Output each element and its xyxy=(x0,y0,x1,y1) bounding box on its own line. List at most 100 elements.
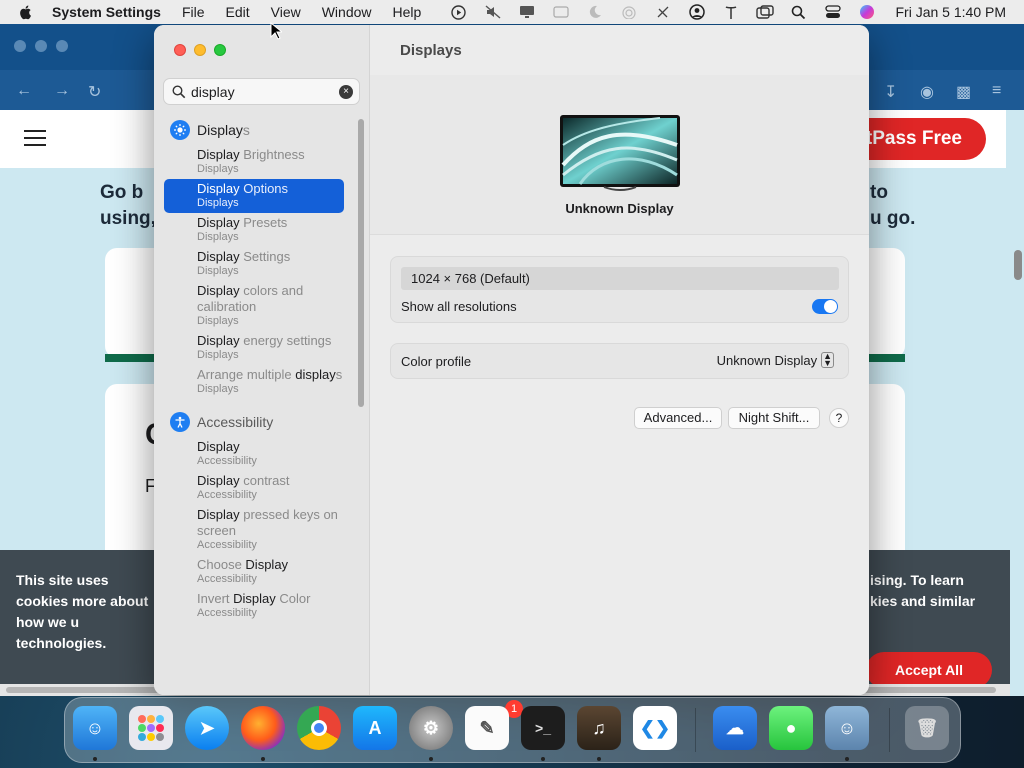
browser-window-controls[interactable] xyxy=(14,40,68,52)
color-profile-group: Color profile Unknown Display ▲ ▼ xyxy=(390,343,849,379)
vscode-icon[interactable]: ❮❯ xyxy=(633,706,677,750)
result-display-accessibility[interactable]: Display Accessibility xyxy=(164,437,344,471)
user-icon[interactable] xyxy=(688,4,706,20)
apple-icon[interactable] xyxy=(18,4,34,20)
color-profile-label: Color profile xyxy=(401,354,472,369)
page-intro-text-left: Go b using, xyxy=(100,180,156,232)
textedit-icon[interactable]: ✎ xyxy=(465,706,509,750)
forward-icon[interactable]: → xyxy=(54,82,70,100)
result-display-energy-settings[interactable]: Display energy settings Displays xyxy=(164,331,344,365)
safari-icon[interactable]: ➤ xyxy=(185,706,229,750)
messages-icon[interactable]: ● xyxy=(769,706,813,750)
menu-view[interactable]: View xyxy=(271,4,301,20)
system-settings-icon[interactable]: ⚙ xyxy=(409,706,453,750)
trash-icon[interactable]: 🗑 xyxy=(905,706,949,750)
accept-all-button[interactable]: Accept All xyxy=(866,652,992,688)
weather-icon[interactable]: ☁ xyxy=(713,706,757,750)
mute-icon[interactable] xyxy=(484,4,502,20)
result-display-pressed-keys[interactable]: Display pressed keys on screen Accessibi… xyxy=(164,505,344,555)
display-icon[interactable] xyxy=(518,4,536,20)
accessibility-icon xyxy=(170,412,190,432)
app-store-icon[interactable]: A xyxy=(353,706,397,750)
settings-search[interactable]: × xyxy=(163,78,360,105)
displays-icon xyxy=(170,120,190,140)
result-category: Accessibility xyxy=(197,573,257,585)
page-title: Displays xyxy=(400,42,462,59)
browser-menu-icon[interactable]: ≡ xyxy=(992,82,1001,100)
page-intro-line-2-right: u go. xyxy=(870,208,916,229)
no-wifi-icon[interactable] xyxy=(654,4,672,20)
page-intro-line-1: Go b xyxy=(100,182,144,203)
system-settings-window: × Displays Display Brightness Displays D… xyxy=(154,25,869,695)
result-display-contrast[interactable]: Display contrast Accessibility xyxy=(164,471,344,505)
firefox-icon[interactable] xyxy=(241,706,285,750)
moon-icon[interactable] xyxy=(586,4,604,20)
zoom-button[interactable] xyxy=(214,44,226,56)
terminal-icon[interactable]: >_ xyxy=(521,706,565,750)
section-displays[interactable]: Display s xyxy=(154,115,360,145)
result-arrange-multiple-displays[interactable]: Arrange multiple displays Displays xyxy=(164,365,344,399)
browser-scrollbar[interactable] xyxy=(1014,250,1022,280)
antenna-icon[interactable] xyxy=(722,4,740,20)
settings-sidebar: × Displays Display Brightness Displays D… xyxy=(154,25,370,695)
menu-app-name[interactable]: System Settings xyxy=(52,4,161,20)
sidebar-scrollbar[interactable] xyxy=(358,119,364,407)
result-invert-display-color[interactable]: Invert Display Color Accessibility xyxy=(164,589,344,623)
finder-2-icon[interactable]: ☺ xyxy=(825,706,869,750)
tablet-icon[interactable] xyxy=(552,4,570,20)
result-category: Displays xyxy=(197,349,239,361)
monitor-icon[interactable] xyxy=(560,115,680,191)
account-icon[interactable]: ◉ xyxy=(920,82,934,102)
result-category: Displays xyxy=(197,265,239,277)
advanced-button[interactable]: Advanced... xyxy=(634,407,722,429)
result-display-brightness[interactable]: Display Brightness Displays xyxy=(164,145,344,179)
resolution-group: 1024 × 768 (Default) Show all resolution… xyxy=(390,256,849,323)
result-display-presets[interactable]: Display Presets Displays xyxy=(164,213,344,247)
result-category: Accessibility xyxy=(197,489,257,501)
garageband-icon[interactable]: ♫ xyxy=(577,706,621,750)
show-all-resolutions-label: Show all resolutions xyxy=(401,299,517,314)
menu-edit[interactable]: Edit xyxy=(226,4,250,20)
cookie-text-left: This site uses cookies more about how we… xyxy=(16,572,149,651)
download-icon[interactable]: ↧ xyxy=(884,82,897,102)
menubar-clock[interactable]: Fri Jan 5 1:40 PM xyxy=(896,4,1007,20)
close-button[interactable] xyxy=(174,44,186,56)
chrome-icon[interactable] xyxy=(297,706,341,750)
reload-icon[interactable]: ↻ xyxy=(88,82,101,102)
menu-help[interactable]: Help xyxy=(393,4,422,20)
cookie-text-right: ising. To learn kies and similar xyxy=(870,572,976,609)
menu-window[interactable]: Window xyxy=(322,4,372,20)
finder-icon[interactable]: ☺ xyxy=(73,706,117,750)
back-icon[interactable]: ← xyxy=(16,82,32,100)
search-icon[interactable] xyxy=(790,4,808,20)
launchpad-icon[interactable] xyxy=(129,706,173,750)
section-accessibility[interactable]: Accessibility xyxy=(154,407,360,437)
control-center-icon[interactable] xyxy=(824,4,842,20)
chevron-up-down-icon: ▲ ▼ xyxy=(821,351,834,368)
result-display-options[interactable]: Display Options Displays xyxy=(164,179,344,213)
airdrop-icon[interactable] xyxy=(620,4,638,20)
hamburger-menu-icon[interactable] xyxy=(24,130,46,146)
minimize-button[interactable] xyxy=(194,44,206,56)
menu-file[interactable]: File xyxy=(182,4,205,20)
show-all-resolutions-toggle[interactable] xyxy=(812,299,838,314)
search-input[interactable] xyxy=(191,82,331,102)
window-icon[interactable] xyxy=(755,4,774,20)
page-intro-line-1-right: to xyxy=(870,182,888,203)
mouse-cursor-icon xyxy=(270,22,282,40)
resolution-selected[interactable]: 1024 × 768 (Default) xyxy=(401,267,839,290)
extensions-icon[interactable]: ▩ xyxy=(956,82,971,102)
result-display-colors-calibration[interactable]: Display colors and calibration Displays xyxy=(164,281,344,331)
color-profile-value: Unknown Display xyxy=(716,352,818,368)
settings-main-pane: Displays Unknown Display 1024 × 768 (Def… xyxy=(370,25,869,695)
result-display-settings[interactable]: Display Settings Displays xyxy=(164,247,344,281)
help-button[interactable]: ? xyxy=(829,408,849,428)
result-category: Displays xyxy=(197,383,239,395)
result-choose-display[interactable]: Choose Display Accessibility xyxy=(164,555,344,589)
siri-icon[interactable] xyxy=(858,4,876,20)
night-shift-button[interactable]: Night Shift... xyxy=(728,407,820,429)
display-preview-area: Unknown Display xyxy=(370,75,869,235)
play-circle-icon[interactable] xyxy=(450,4,468,20)
color-profile-select[interactable]: Unknown Display ▲ ▼ xyxy=(717,352,834,368)
clear-search-icon[interactable]: × xyxy=(339,85,353,99)
